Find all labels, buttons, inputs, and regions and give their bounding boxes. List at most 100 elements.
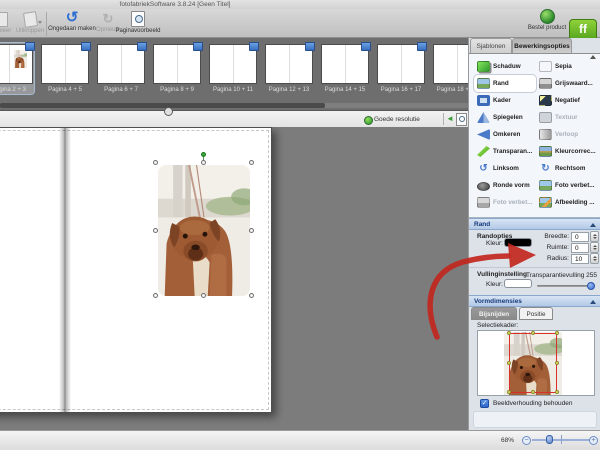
previous-page-icon[interactable]: ◄ xyxy=(446,114,454,124)
option-sepia[interactable]: Sepia xyxy=(536,58,598,75)
breedte-input[interactable]: 0 xyxy=(571,232,589,242)
order-product-button[interactable]: Bestel product xyxy=(522,9,572,31)
crop-handle-n[interactable] xyxy=(531,331,535,335)
radius-input[interactable]: 10 xyxy=(571,254,589,264)
zoom-out-button[interactable]: − xyxy=(522,436,531,445)
tab-positie[interactable]: Positie xyxy=(519,307,553,320)
layout-badge-icon xyxy=(193,42,203,51)
option-kleurcorrectie[interactable]: Kleurcorrec... xyxy=(536,143,598,160)
zoom-in-button[interactable]: + xyxy=(589,436,598,445)
editing-canvas[interactable] xyxy=(0,127,468,430)
layout-badge-icon xyxy=(25,42,35,51)
option-grijswaarden[interactable]: Grijswaard... xyxy=(536,75,598,92)
copy-icon xyxy=(0,12,8,27)
resize-handle-se[interactable] xyxy=(249,293,254,298)
crop-handle-w[interactable] xyxy=(507,361,511,365)
option-schaduw[interactable]: Schaduw xyxy=(474,58,536,75)
page-thumb-image xyxy=(265,44,313,84)
dog-photo xyxy=(158,165,250,296)
vullinginstelling-label: Vullinginstelling xyxy=(477,271,527,278)
collapse-icon[interactable] xyxy=(590,300,596,304)
option-linksom[interactable]: ↺Linksom xyxy=(474,160,536,177)
chevron-down-icon[interactable] xyxy=(38,21,42,24)
option-omkeren[interactable]: Omkeren xyxy=(474,126,536,143)
page-thumb-2-3[interactable]: Pagina 2 + 3 xyxy=(0,43,34,94)
crop-handle-ne[interactable] xyxy=(555,331,559,335)
zoom-slider-knob[interactable] xyxy=(546,435,553,444)
crop-handle-nw[interactable] xyxy=(507,331,511,335)
option-afbeelding[interactable]: Afbeelding ... xyxy=(536,194,598,211)
page-thumb-label: Pagina 18 + 19 xyxy=(433,87,468,93)
breedte-stepper[interactable] xyxy=(590,231,599,242)
page-thumb-4-5[interactable]: Pagina 4 + 5 xyxy=(40,43,90,94)
resize-handle-sw[interactable] xyxy=(153,293,158,298)
radius-stepper[interactable] xyxy=(590,253,599,264)
crop-preview[interactable] xyxy=(477,330,595,396)
section-divider xyxy=(469,267,600,268)
ruimte-input[interactable]: 0 xyxy=(571,243,589,253)
splitter-handle[interactable] xyxy=(164,107,173,116)
option-ronde-vorm[interactable]: Ronde vorm xyxy=(474,177,536,194)
layout-badge-icon xyxy=(81,42,91,51)
page-thumb-16-17[interactable]: Pagina 16 + 17 xyxy=(376,43,426,94)
resize-handle-e[interactable] xyxy=(249,228,254,233)
option-transparantie[interactable]: Transparan... xyxy=(474,143,536,160)
crop-handle-sw[interactable] xyxy=(507,390,511,394)
undo-label: Ongedaan maken xyxy=(47,26,97,32)
kleur-label: Kleur: xyxy=(486,240,503,247)
page-thumb-image xyxy=(97,44,145,84)
collapse-icon[interactable] xyxy=(590,223,596,227)
resize-handle-w[interactable] xyxy=(153,228,158,233)
crop-handle-se[interactable] xyxy=(555,390,559,394)
fill-color-swatch[interactable] xyxy=(504,279,532,288)
page-thumb-8-9[interactable]: Pagina 8 + 9 xyxy=(152,43,202,94)
zoom-level: 68% xyxy=(501,437,514,444)
resize-handle-n[interactable] xyxy=(201,160,206,165)
window-title: fotofabriekSoftware 3.8.24 [Geen Titel] xyxy=(50,1,300,8)
option-kader[interactable]: Kader xyxy=(474,92,536,109)
resize-handle-ne[interactable] xyxy=(249,160,254,165)
scroll-up-icon[interactable] xyxy=(590,55,596,59)
ruimte-stepper[interactable] xyxy=(590,242,599,253)
strip-scrollbar-thumb[interactable] xyxy=(0,103,325,108)
transparency-slider-knob[interactable] xyxy=(587,282,595,290)
page-thumb-14-15[interactable]: Pagina 14 + 15 xyxy=(320,43,370,94)
keep-ratio-checkbox[interactable]: ✓ xyxy=(480,399,489,408)
page-thumb-image xyxy=(321,44,369,84)
page-thumb-label: Pagina 10 + 11 xyxy=(209,87,257,93)
section-header-rand[interactable]: Rand xyxy=(469,218,600,230)
option-rechtsom[interactable]: ↻Rechtsom xyxy=(536,160,598,177)
border-photo-icon xyxy=(477,78,490,89)
color-correction-icon xyxy=(539,146,552,157)
rotate-handle[interactable] xyxy=(201,152,206,157)
tab-bijsnijden[interactable]: Bijsnijden xyxy=(471,307,517,320)
crop-handle-s[interactable] xyxy=(531,390,535,394)
page-thumb-12-13[interactable]: Pagina 12 + 13 xyxy=(264,43,314,94)
page-thumb-18-19[interactable]: Pagina 18 + 19 xyxy=(432,43,468,94)
option-spiegelen[interactable]: Spiegelen xyxy=(474,109,536,126)
resize-handle-s[interactable] xyxy=(201,293,206,298)
page-preview-button[interactable]: Paginavoorbeeld xyxy=(112,11,164,34)
option-foto-verbeteren[interactable]: Foto verbet... xyxy=(536,177,598,194)
page-thumb-10-11[interactable]: Pagina 10 + 11 xyxy=(208,43,258,94)
tab-sjablonen[interactable]: Sjablonen xyxy=(470,38,512,53)
placed-photo[interactable] xyxy=(158,165,250,296)
border-color-swatch[interactable] xyxy=(504,238,532,247)
resize-handle-nw[interactable] xyxy=(153,160,158,165)
option-negatief[interactable]: Negatief xyxy=(536,92,598,109)
crop-selection-rect[interactable] xyxy=(509,333,557,393)
section-header-vormdimensies[interactable]: Vormdimensies xyxy=(469,295,600,307)
undo-button[interactable]: ↺ Ongedaan maken xyxy=(47,11,97,32)
undo-icon: ↺ xyxy=(47,11,97,25)
tab-bewerkingsopties[interactable]: Bewerkingsopties xyxy=(512,38,572,53)
rotate-left-icon: ↺ xyxy=(477,163,490,174)
status-bar: 68% xyxy=(0,430,600,450)
grayscale-photo-icon xyxy=(539,78,552,89)
crop-handle-e[interactable] xyxy=(555,361,559,365)
texture-icon xyxy=(539,112,552,123)
page-thumb-6-7[interactable]: Pagina 6 + 7 xyxy=(96,43,146,94)
breedte-label: Breedte: xyxy=(531,233,569,240)
option-rand[interactable]: Rand xyxy=(474,75,536,92)
layout-badge-icon xyxy=(417,42,427,51)
spread-preview-icon[interactable] xyxy=(456,113,467,126)
